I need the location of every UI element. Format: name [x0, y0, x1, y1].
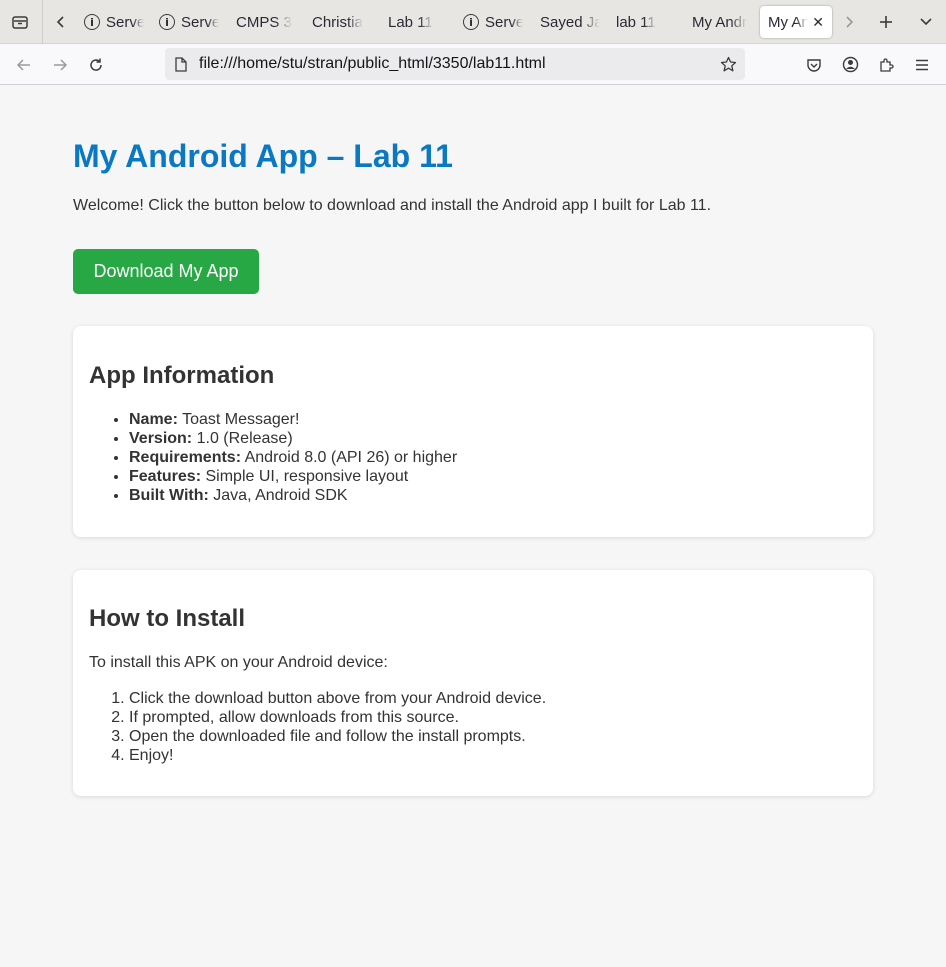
page-icon	[173, 48, 189, 80]
download-app-button[interactable]: Download My App	[73, 249, 259, 294]
info-icon: i	[463, 14, 479, 30]
tab-label: Sayed Ja	[540, 13, 600, 31]
tab-label: Serve	[181, 13, 219, 31]
navigation-toolbar: file:///home/stu/stran/public_html/3350/…	[0, 44, 946, 85]
field-label: Name:	[129, 411, 178, 428]
intro-text: Welcome! Click the button below to downl…	[73, 197, 712, 214]
list-item: Name: Toast Messager!	[129, 410, 457, 429]
page-title: My Android App – Lab 11	[73, 138, 453, 174]
field-value: Simple UI, responsive layout	[205, 468, 409, 485]
field-label: Features:	[129, 468, 202, 485]
page-content: My Android App – Lab 11 Welcome! Click t…	[0, 85, 946, 967]
tab-label: Christia	[312, 13, 363, 31]
list-item: Enjoy!	[129, 746, 546, 765]
new-tab-icon[interactable]	[874, 10, 898, 34]
install-steps-list: Click the download button above from you…	[129, 689, 546, 765]
list-item: Requirements: Android 8.0 (API 26) or hi…	[129, 448, 457, 467]
field-label: Version:	[129, 430, 193, 447]
field-value: 1.0 (Release)	[196, 430, 293, 447]
pocket-icon[interactable]	[803, 44, 825, 85]
list-item: Built With: Java, Android SDK	[129, 486, 457, 505]
url-bar[interactable]: file:///home/stu/stran/public_html/3350/…	[165, 48, 745, 80]
browser-tab[interactable]: My Andr	[692, 6, 752, 38]
extensions-icon[interactable]	[875, 44, 897, 85]
browser-tab[interactable]: lab 11	[616, 6, 676, 38]
tab-label: Lab 11	[388, 13, 433, 31]
forward-icon[interactable]	[48, 44, 72, 85]
browser-tab[interactable]: i Serve	[84, 6, 144, 38]
info-icon: i	[84, 14, 100, 30]
divider	[42, 0, 43, 44]
list-all-tabs-icon[interactable]	[914, 10, 938, 34]
install-intro: To install this APK on your Android devi…	[89, 654, 388, 671]
back-icon[interactable]	[12, 44, 36, 85]
section-heading: How to Install	[89, 605, 245, 632]
browser-tab[interactable]: i Serve	[463, 6, 523, 38]
browser-tab[interactable]: CMPS 3	[236, 6, 296, 38]
scroll-tabs-right-icon[interactable]	[840, 10, 858, 34]
url-text[interactable]: file:///home/stu/stran/public_html/3350/…	[199, 48, 546, 80]
tab-label: Serve	[106, 13, 144, 31]
field-value: Android 8.0 (API 26) or higher	[244, 449, 458, 466]
list-item: If prompted, allow downloads from this s…	[129, 708, 546, 727]
tab-label: My Andr	[692, 13, 748, 31]
tab-label: My An	[768, 13, 808, 31]
tab-label: CMPS 3	[236, 13, 292, 31]
menu-icon[interactable]	[911, 44, 933, 85]
field-label: Built With:	[129, 487, 209, 504]
info-icon: i	[159, 14, 175, 30]
field-value: Java, Android SDK	[213, 487, 348, 504]
field-value: Toast Messager!	[182, 411, 300, 428]
app-info-list: Name: Toast Messager! Version: 1.0 (Rele…	[129, 410, 457, 505]
how-to-install-card: How to Install To install this APK on yo…	[73, 570, 873, 796]
tab-overview-icon[interactable]	[8, 10, 32, 34]
account-icon[interactable]	[839, 44, 861, 85]
tab-strip: i Serve i Serve CMPS 3 Christia Lab 11 i…	[0, 0, 946, 44]
browser-tab[interactable]: Christia	[312, 6, 372, 38]
close-tab-icon[interactable]: ✕	[812, 14, 824, 31]
app-information-card: App Information Name: Toast Messager! Ve…	[73, 326, 873, 537]
reload-icon[interactable]	[84, 44, 108, 85]
list-item: Click the download button above from you…	[129, 689, 546, 708]
tab-label: lab 11	[616, 13, 656, 31]
browser-tab[interactable]: Lab 11	[388, 6, 448, 38]
section-heading: App Information	[89, 362, 275, 389]
tab-label: Serve	[485, 13, 523, 31]
list-item: Open the downloaded file and follow the …	[129, 727, 546, 746]
field-label: Requirements:	[129, 449, 242, 466]
scroll-tabs-left-icon[interactable]	[50, 10, 72, 34]
list-item: Features: Simple UI, responsive layout	[129, 467, 457, 486]
bookmark-star-icon[interactable]	[717, 48, 739, 80]
list-item: Version: 1.0 (Release)	[129, 429, 457, 448]
browser-tab[interactable]: Sayed Ja	[540, 6, 600, 38]
browser-tab-active[interactable]: My An ✕	[760, 6, 832, 38]
browser-tab[interactable]: i Serve	[159, 6, 219, 38]
